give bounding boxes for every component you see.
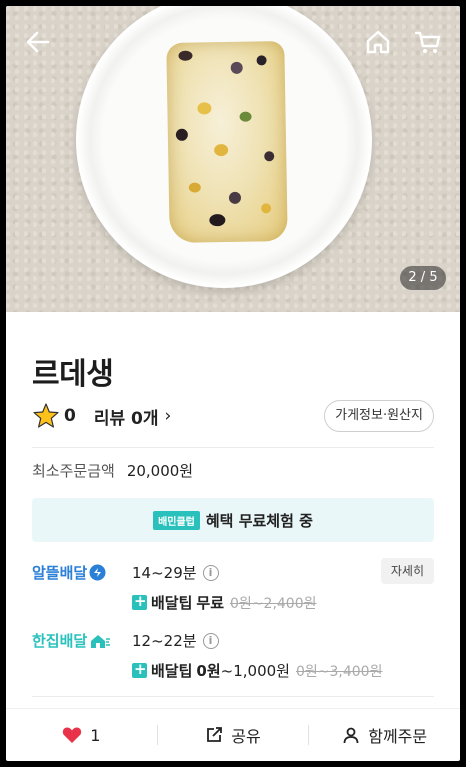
chevron-right-icon: › [164, 406, 172, 426]
like-count: 1 [90, 725, 101, 745]
baemin-club-banner[interactable]: 배민클럽 혜택 무료체험 중 [32, 498, 434, 542]
image-counter: 2 / 5 [400, 266, 446, 290]
share-label: 공유 [231, 727, 261, 746]
delivery-detail-button[interactable]: 자세히 [380, 558, 434, 584]
min-order-value: 20,000원 [126, 462, 194, 480]
original-tip: 0원~3,400원 [295, 663, 383, 680]
store-name: 르데생 [32, 357, 114, 392]
star-icon [33, 403, 59, 428]
home-icon[interactable] [364, 28, 392, 56]
back-arrow-icon[interactable] [24, 28, 52, 56]
heart-icon [63, 727, 82, 743]
share-button[interactable]: 공유 [158, 709, 309, 761]
club-badge: 배민클럽 [153, 510, 200, 530]
bread-image [166, 40, 288, 244]
delivery-time: 12~22분 i [132, 630, 219, 651]
delivery-time: 14~29분 i [132, 562, 219, 583]
info-icon[interactable]: i [202, 632, 219, 649]
bottom-action-bar: 1 공유 함께주문 [6, 708, 460, 761]
menu-photo[interactable]: 2 / 5 [6, 6, 460, 312]
review-count-link[interactable]: 리뷰 0개 [94, 404, 159, 429]
divider [32, 696, 434, 697]
group-order-button[interactable]: 함께주문 [309, 709, 460, 761]
share-icon [207, 727, 223, 742]
delivery-type-label: 한집배달 [32, 630, 111, 651]
like-button[interactable]: 1 [6, 709, 157, 761]
saver-badge-icon [89, 564, 106, 581]
store-info-button[interactable]: 가게정보·원산지 [324, 400, 434, 432]
app-screen: 2 / 5 르데생 0 리뷰 0개 › 가게정보·원산지 최소주문금액 20,0… [6, 6, 460, 761]
original-tip: 0원~2,400원 [230, 595, 317, 612]
person-icon [343, 727, 359, 744]
club-banner-text: 혜택 무료체험 중 [205, 511, 313, 530]
rating-row[interactable]: 0 리뷰 0개 › [32, 401, 171, 431]
info-icon[interactable]: i [202, 564, 219, 581]
delivery-type-label: 알뜰배달 [32, 562, 106, 583]
rating-value: 0 [64, 406, 76, 426]
club-tip-icon [132, 592, 147, 610]
club-tip-icon [132, 660, 147, 678]
delivery-tip: 배달팁 0원~1,000원 0원~3,400원 [132, 660, 382, 681]
min-order-label: 최소주문금액 [32, 462, 115, 480]
delivery-tip: 배달팁 무료 0원~2,400원 [132, 592, 317, 613]
cart-icon[interactable] [414, 28, 442, 56]
min-order-row: 최소주문금액 20,000원 [32, 460, 193, 481]
group-order-label: 함께주문 [368, 727, 428, 746]
divider [32, 447, 434, 448]
house-badge-icon [91, 634, 111, 648]
